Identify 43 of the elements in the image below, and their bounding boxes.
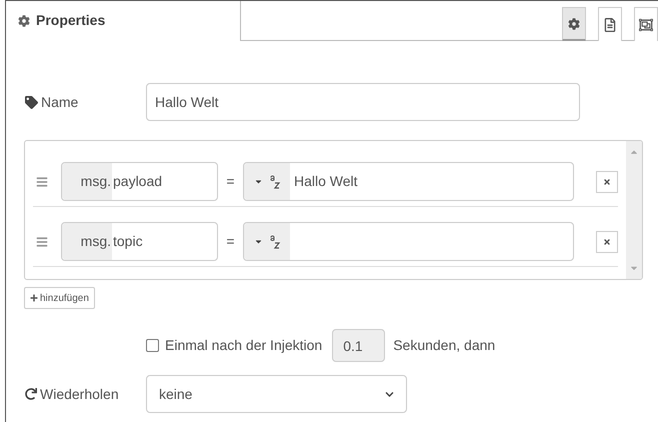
plus-icon: [30, 294, 38, 302]
tab[interactable]: [562, 7, 586, 41]
tag-icon: [25, 96, 38, 108]
type-prefix: msg.: [62, 163, 112, 200]
name-label: Name: [41, 92, 78, 112]
tab[interactable]: [634, 7, 658, 41]
settings-icon: [568, 18, 580, 30]
add-button[interactable]: hinzufügen: [24, 287, 95, 309]
repeat-label: Wiederholen: [40, 384, 119, 404]
value-field[interactable]: [243, 222, 574, 261]
type-prefix: msg.: [62, 223, 112, 260]
property-field[interactable]: msg.topic: [61, 222, 218, 261]
frame-icon: [639, 18, 653, 32]
once-label: Einmal nach der Injektion: [165, 336, 322, 355]
delay-field[interactable]: 0.1: [332, 329, 386, 362]
equals-sign: =: [225, 172, 236, 191]
delete-button[interactable]: [596, 230, 618, 252]
document-icon: [604, 18, 616, 32]
refresh-icon: [25, 388, 37, 400]
property-name: topic: [112, 232, 143, 251]
panel-title: Properties: [36, 11, 106, 30]
chevron-down-icon: [385, 390, 394, 398]
settings-icon: [18, 14, 30, 26]
drag-handle-icon[interactable]: [36, 176, 48, 188]
string-type-icon: [268, 174, 280, 190]
name-field[interactable]: Hallo Welt: [146, 83, 580, 121]
property-field[interactable]: msg.payload: [61, 162, 218, 201]
value-field[interactable]: Hallo Welt: [243, 162, 574, 201]
property-name: payload: [112, 172, 162, 191]
seconds-label: Sekunden, dann: [393, 336, 496, 355]
tab[interactable]: [598, 7, 622, 41]
delete-button[interactable]: [596, 170, 618, 192]
string-type-icon: [268, 234, 280, 250]
checkbox[interactable]: [146, 339, 159, 352]
scrollbar[interactable]: [626, 141, 642, 279]
repeat-select[interactable]: keine: [146, 375, 407, 413]
close-icon: [603, 178, 611, 186]
type-selector[interactable]: [244, 163, 290, 200]
type-selector[interactable]: [244, 223, 290, 260]
drag-handle-icon[interactable]: [36, 236, 48, 248]
close-icon: [603, 238, 611, 246]
value-text: Hallo Welt: [293, 172, 358, 191]
equals-sign: =: [225, 232, 236, 251]
